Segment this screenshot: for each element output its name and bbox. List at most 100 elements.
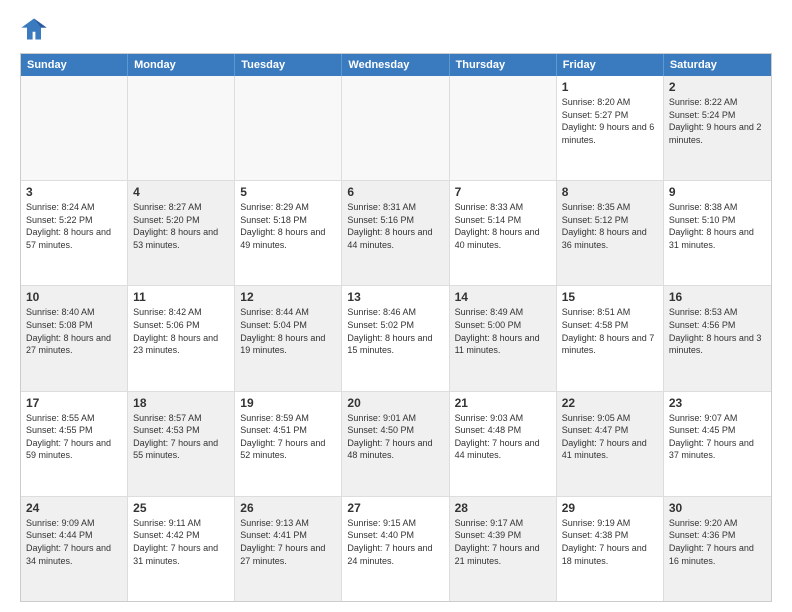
day-number: 21 [455, 396, 551, 410]
day-cell-24: 24 Sunrise: 9:09 AM Sunset: 4:44 PM Dayli… [21, 497, 128, 601]
day-number: 11 [133, 290, 229, 304]
day-cell-23: 23Sunrise: 9:07 AM Sunset: 4:45 PM Dayli… [664, 392, 771, 496]
calendar-page: SundayMondayTuesdayWednesdayThursdayFrid… [0, 0, 792, 612]
calendar: SundayMondayTuesdayWednesdayThursdayFrid… [20, 53, 772, 602]
day-info: Sunrise: 9:20 AM Sunset: 4:36 PM Dayligh… [669, 517, 766, 567]
day-cell-16: 16 Sunrise: 8:53 AM Sunset: 4:56 PM Dayli… [664, 286, 771, 390]
day-cell-29: 29 Sunrise: 9:19 AM Sunset: 4:38 PM Dayli… [557, 497, 664, 601]
empty-cell [235, 76, 342, 180]
day-cell-7: 7 Sunrise: 8:33 AM Sunset: 5:14 PM Daylig… [450, 181, 557, 285]
day-info: Sunrise: 9:07 AM Sunset: 4:45 PM Dayligh… [669, 412, 766, 462]
header-day-saturday: Saturday [664, 54, 771, 76]
header-day-monday: Monday [128, 54, 235, 76]
day-number: 15 [562, 290, 658, 304]
day-info: Sunrise: 8:57 AM Sunset: 4:53 PM Dayligh… [133, 412, 229, 462]
calendar-row-3: 17Sunrise: 8:55 AM Sunset: 4:55 PM Dayli… [21, 391, 771, 496]
header-day-friday: Friday [557, 54, 664, 76]
day-number: 9 [669, 185, 766, 199]
day-cell-22: 22 Sunrise: 9:05 AM Sunset: 4:47 PM Dayli… [557, 392, 664, 496]
day-info: Sunrise: 8:22 AM Sunset: 5:24 PM Dayligh… [669, 96, 766, 146]
calendar-row-2: 10Sunrise: 8:40 AM Sunset: 5:08 PM Dayli… [21, 285, 771, 390]
day-cell-28: 28 Sunrise: 9:17 AM Sunset: 4:39 PM Dayli… [450, 497, 557, 601]
day-cell-9: 9 Sunrise: 8:38 AM Sunset: 5:10 PM Daylig… [664, 181, 771, 285]
day-cell-25: 25 Sunrise: 9:11 AM Sunset: 4:42 PM Dayli… [128, 497, 235, 601]
empty-cell [450, 76, 557, 180]
day-number: 7 [455, 185, 551, 199]
day-cell-6: 6Sunrise: 8:31 AM Sunset: 5:16 PM Daylig… [342, 181, 449, 285]
day-info: Sunrise: 9:13 AM Sunset: 4:41 PM Dayligh… [240, 517, 336, 567]
day-info: Sunrise: 9:01 AM Sunset: 4:50 PM Dayligh… [347, 412, 443, 462]
logo [20, 15, 52, 43]
day-number: 12 [240, 290, 336, 304]
day-info: Sunrise: 8:29 AM Sunset: 5:18 PM Dayligh… [240, 201, 336, 251]
day-info: Sunrise: 9:17 AM Sunset: 4:39 PM Dayligh… [455, 517, 551, 567]
day-number: 5 [240, 185, 336, 199]
day-number: 4 [133, 185, 229, 199]
day-cell-11: 11 Sunrise: 8:42 AM Sunset: 5:06 PM Dayli… [128, 286, 235, 390]
day-cell-17: 17Sunrise: 8:55 AM Sunset: 4:55 PM Dayli… [21, 392, 128, 496]
day-number: 25 [133, 501, 229, 515]
day-info: Sunrise: 8:42 AM Sunset: 5:06 PM Dayligh… [133, 306, 229, 356]
day-number: 28 [455, 501, 551, 515]
day-info: Sunrise: 8:33 AM Sunset: 5:14 PM Dayligh… [455, 201, 551, 251]
day-info: Sunrise: 9:15 AM Sunset: 4:40 PM Dayligh… [347, 517, 443, 567]
day-cell-14: 14 Sunrise: 8:49 AM Sunset: 5:00 PM Dayli… [450, 286, 557, 390]
day-info: Sunrise: 9:19 AM Sunset: 4:38 PM Dayligh… [562, 517, 658, 567]
calendar-row-1: 3 Sunrise: 8:24 AM Sunset: 5:22 PM Daylig… [21, 180, 771, 285]
day-info: Sunrise: 8:46 AM Sunset: 5:02 PM Dayligh… [347, 306, 443, 356]
day-cell-2: 2 Sunrise: 8:22 AM Sunset: 5:24 PM Daylig… [664, 76, 771, 180]
day-info: Sunrise: 8:20 AM Sunset: 5:27 PM Dayligh… [562, 96, 658, 146]
logo-icon [20, 15, 48, 43]
day-info: Sunrise: 8:35 AM Sunset: 5:12 PM Dayligh… [562, 201, 658, 251]
day-cell-20: 20 Sunrise: 9:01 AM Sunset: 4:50 PM Dayli… [342, 392, 449, 496]
calendar-body: 1 Sunrise: 8:20 AM Sunset: 5:27 PM Daylig… [21, 76, 771, 601]
empty-cell [128, 76, 235, 180]
day-info: Sunrise: 9:03 AM Sunset: 4:48 PM Dayligh… [455, 412, 551, 462]
day-info: Sunrise: 8:53 AM Sunset: 4:56 PM Dayligh… [669, 306, 766, 356]
day-number: 6 [347, 185, 443, 199]
day-info: Sunrise: 8:38 AM Sunset: 5:10 PM Dayligh… [669, 201, 766, 251]
day-number: 14 [455, 290, 551, 304]
day-cell-19: 19Sunrise: 8:59 AM Sunset: 4:51 PM Dayli… [235, 392, 342, 496]
day-number: 24 [26, 501, 122, 515]
day-number: 1 [562, 80, 658, 94]
calendar-row-0: 1 Sunrise: 8:20 AM Sunset: 5:27 PM Daylig… [21, 76, 771, 180]
day-cell-10: 10Sunrise: 8:40 AM Sunset: 5:08 PM Dayli… [21, 286, 128, 390]
day-cell-12: 12 Sunrise: 8:44 AM Sunset: 5:04 PM Dayli… [235, 286, 342, 390]
day-info: Sunrise: 9:09 AM Sunset: 4:44 PM Dayligh… [26, 517, 122, 567]
day-info: Sunrise: 8:40 AM Sunset: 5:08 PM Dayligh… [26, 306, 122, 356]
day-cell-13: 13 Sunrise: 8:46 AM Sunset: 5:02 PM Dayli… [342, 286, 449, 390]
header-day-tuesday: Tuesday [235, 54, 342, 76]
day-cell-18: 18 Sunrise: 8:57 AM Sunset: 4:53 PM Dayli… [128, 392, 235, 496]
day-info: Sunrise: 8:51 AM Sunset: 4:58 PM Dayligh… [562, 306, 658, 356]
day-number: 18 [133, 396, 229, 410]
day-number: 29 [562, 501, 658, 515]
calendar-header: SundayMondayTuesdayWednesdayThursdayFrid… [21, 54, 771, 76]
day-cell-1: 1 Sunrise: 8:20 AM Sunset: 5:27 PM Daylig… [557, 76, 664, 180]
day-info: Sunrise: 8:49 AM Sunset: 5:00 PM Dayligh… [455, 306, 551, 356]
day-number: 27 [347, 501, 443, 515]
day-number: 20 [347, 396, 443, 410]
day-info: Sunrise: 9:11 AM Sunset: 4:42 PM Dayligh… [133, 517, 229, 567]
day-cell-27: 27 Sunrise: 9:15 AM Sunset: 4:40 PM Dayli… [342, 497, 449, 601]
day-number: 19 [240, 396, 336, 410]
day-info: Sunrise: 8:24 AM Sunset: 5:22 PM Dayligh… [26, 201, 122, 251]
day-info: Sunrise: 9:05 AM Sunset: 4:47 PM Dayligh… [562, 412, 658, 462]
day-cell-4: 4Sunrise: 8:27 AM Sunset: 5:20 PM Daylig… [128, 181, 235, 285]
day-number: 3 [26, 185, 122, 199]
header-day-wednesday: Wednesday [342, 54, 449, 76]
day-number: 26 [240, 501, 336, 515]
header [20, 15, 772, 43]
day-number: 16 [669, 290, 766, 304]
day-number: 13 [347, 290, 443, 304]
day-cell-26: 26 Sunrise: 9:13 AM Sunset: 4:41 PM Dayli… [235, 497, 342, 601]
header-day-thursday: Thursday [450, 54, 557, 76]
day-info: Sunrise: 8:44 AM Sunset: 5:04 PM Dayligh… [240, 306, 336, 356]
day-number: 2 [669, 80, 766, 94]
empty-cell [21, 76, 128, 180]
day-number: 22 [562, 396, 658, 410]
header-day-sunday: Sunday [21, 54, 128, 76]
day-cell-15: 15 Sunrise: 8:51 AM Sunset: 4:58 PM Dayli… [557, 286, 664, 390]
day-info: Sunrise: 8:55 AM Sunset: 4:55 PM Dayligh… [26, 412, 122, 462]
calendar-row-4: 24 Sunrise: 9:09 AM Sunset: 4:44 PM Dayli… [21, 496, 771, 601]
